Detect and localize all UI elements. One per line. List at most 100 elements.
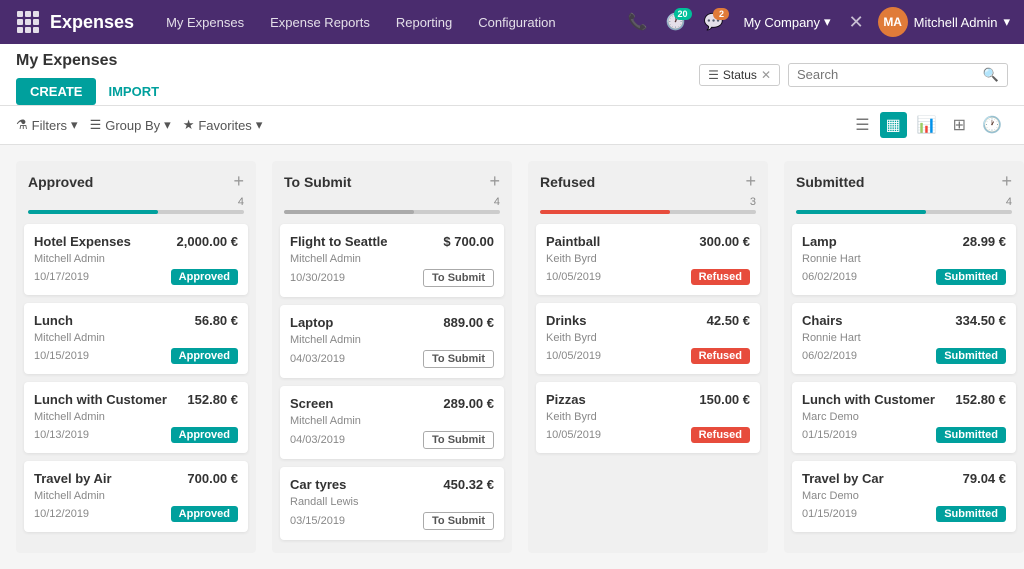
company-selector[interactable]: My Company ▾ [735,14,838,30]
card-date: 10/05/2019 [546,271,601,283]
kanban-col-submitted: Submitted +4 Lamp 28.99 € Ronnie Hart 06/02/2… [784,161,1024,553]
user-menu[interactable]: MA Mitchell Admin ▾ [874,7,1014,37]
bar-chart-view-button[interactable]: 📊 [911,112,943,138]
card-name: Car tyres [290,477,346,492]
col-add-refused[interactable]: + [745,171,756,192]
phone-icon[interactable]: 📞 [622,8,654,36]
kanban-card[interactable]: Lunch56.80 €Mitchell Admin10/15/2019Appr… [24,303,248,374]
col-count-to-submit: 4 [272,196,512,208]
kanban-card[interactable]: Lunch with Customer152.80 €Marc Demo01/1… [792,382,1016,453]
chat-button[interactable]: 💬2 [698,8,730,36]
card-name: Laptop [290,315,333,330]
card-name: Lamp [802,234,837,249]
kanban-col-approved: Approved+4Hotel Expenses2,000.00 €Mitche… [16,161,256,553]
card-user: Mitchell Admin [34,253,238,265]
card-user: Ronnie Hart [802,253,1006,265]
kanban-card[interactable]: Car tyres450.32 €Randall Lewis03/15/2019… [280,467,504,540]
company-name: My Company [743,15,820,30]
card-amount: 2,000.00 € [177,234,238,249]
status-filter-tag[interactable]: ☰ Status ✕ [699,64,780,86]
clock-view-button[interactable]: 🕐 [976,112,1008,138]
chat-badge: 2 [713,8,729,20]
favorites-chevron: ▾ [256,117,263,133]
col-header-refused: Refused+ [528,161,768,196]
filters-button[interactable]: ⚗ Filters ▾ [16,117,78,133]
kanban-col-refused: Refused+3Paintball300.00 €Keith Byrd10/0… [528,161,768,553]
card-date: 06/02/2019 [802,350,857,362]
search-area: ☰ Status ✕ 🔍 [699,63,1008,95]
card-date: 10/17/2019 [34,271,89,283]
status-badge: Approved [171,348,238,364]
col-count-submitted: 4 [784,196,1024,208]
top-nav: Expenses My Expenses Expense Reports Rep… [0,0,1024,44]
kanban-card[interactable]: Hotel Expenses2,000.00 €Mitchell Admin10… [24,224,248,295]
card-user: Mitchell Admin [290,415,494,427]
grid-icon [17,11,39,33]
table-view-button[interactable]: ⊞ [947,112,972,138]
timer-badge: 20 [674,8,692,20]
card-name: Lunch with Customer [34,392,167,407]
card-user: Keith Byrd [546,253,750,265]
col-title-approved: Approved [28,174,227,190]
search-icon[interactable]: 🔍 [983,67,999,83]
kanban-card[interactable]: Travel by Car79.04 €Marc Demo01/15/2019S… [792,461,1016,532]
card-date: 10/13/2019 [34,429,89,441]
kanban-card[interactable]: Laptop889.00 €Mitchell Admin04/03/2019To… [280,305,504,378]
card-date: 10/05/2019 [546,350,601,362]
favorites-label: Favorites [198,118,251,133]
card-date: 04/03/2019 [290,353,345,365]
status-badge: To Submit [423,431,494,449]
card-date: 01/15/2019 [802,508,857,520]
app-grid-menu[interactable] [10,0,46,44]
card-date: 06/02/2019 [802,271,857,283]
col-add-to-submit[interactable]: + [489,171,500,192]
card-date: 10/15/2019 [34,350,89,362]
kanban-card[interactable]: Drinks42.50 €Keith Byrd10/05/2019Refused [536,303,760,374]
list-view-button[interactable]: ☰ [849,112,875,138]
status-badge: Submitted [936,269,1006,285]
status-tag-label: Status [723,68,757,82]
card-amount: 289.00 € [443,396,494,411]
kanban-card[interactable]: Chairs334.50 €Ronnie Hart06/02/2019Submi… [792,303,1016,374]
kanban-card[interactable]: Lamp 28.99 € Ronnie Hart 06/02/2019 Submitte… [792,224,1016,295]
user-chevron-icon: ▾ [1003,14,1010,30]
card-amount: $ 700.00 [443,234,494,249]
kanban-card[interactable]: Travel by Air700.00 €Mitchell Admin10/12… [24,461,248,532]
groupby-button[interactable]: ☰ Group By ▾ [90,117,171,133]
card-amount: 28.99 € [963,234,1006,249]
card-user: Mitchell Admin [290,334,494,346]
card-amount: 700.00 € [187,471,238,486]
col-add-approved[interactable]: + [233,171,244,192]
status-badge: Submitted [936,427,1006,443]
create-button[interactable]: CREATE [16,78,96,105]
nav-my-expenses[interactable]: My Expenses [154,0,256,44]
avatar: MA [878,7,908,37]
view-icons: ☰ ▦ 📊 ⊞ 🕐 [849,112,1008,138]
col-header-to-submit: To Submit+ [272,161,512,196]
import-button[interactable]: IMPORT [108,84,159,99]
page-title: My Expenses [16,52,159,70]
filters-chevron: ▾ [71,117,78,133]
favorites-button[interactable]: ★ Favorites ▾ [183,117,263,133]
nav-expense-reports[interactable]: Expense Reports [258,0,382,44]
kanban-card[interactable]: Flight to Seattle$ 700.00Mitchell Admin1… [280,224,504,297]
card-name: Pizzas [546,392,586,407]
kanban-card[interactable]: Lunch with Customer152.80 €Mitchell Admi… [24,382,248,453]
kanban-card[interactable]: Pizzas150.00 €Keith Byrd10/05/2019Refuse… [536,382,760,453]
star-icon: ★ [183,117,195,133]
remove-status-tag[interactable]: ✕ [761,68,771,82]
chevron-down-icon: ▾ [824,14,831,30]
nav-configuration[interactable]: Configuration [466,0,567,44]
status-badge: Approved [171,506,238,522]
kanban-card[interactable]: Paintball300.00 €Keith Byrd10/05/2019Ref… [536,224,760,295]
col-count-refused: 3 [528,196,768,208]
nav-reporting[interactable]: Reporting [384,0,464,44]
kanban-card[interactable]: Screen289.00 €Mitchell Admin04/03/2019To… [280,386,504,459]
card-name: Flight to Seattle [290,234,388,249]
col-add-submitted[interactable]: + [1001,171,1012,192]
timer-button[interactable]: 🕐20 [660,8,692,36]
card-date: 10/12/2019 [34,508,89,520]
kanban-view-button[interactable]: ▦ [880,112,907,138]
search-input[interactable] [797,67,983,82]
close-icon[interactable]: ✕ [845,12,868,33]
